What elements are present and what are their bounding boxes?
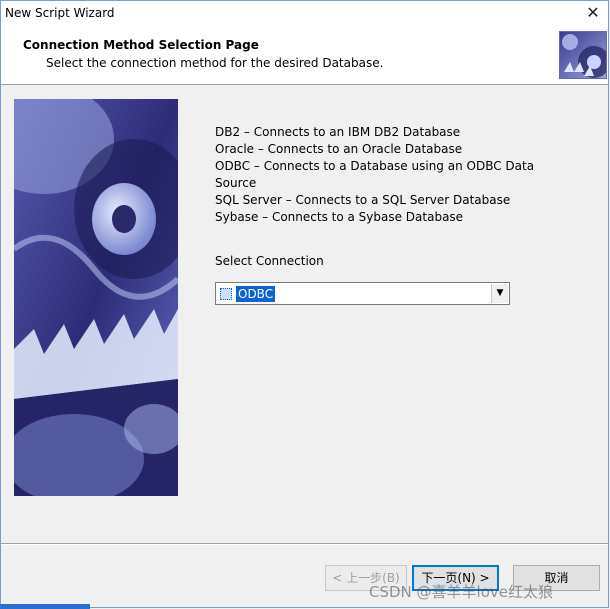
window-title: New Script Wizard: [5, 6, 115, 20]
header-gear-image: [559, 31, 607, 79]
wizard-window: New Script Wizard ✕ Connection Method Se…: [0, 0, 609, 608]
title-bar: New Script Wizard ✕: [1, 1, 608, 27]
desc-odbc: ODBC – Connects to a Database using an O…: [215, 159, 535, 190]
page-header: Connection Method Selection Page Select …: [1, 27, 608, 85]
connection-descriptions: DB2 – Connects to an IBM DB2 Database Or…: [215, 124, 545, 226]
page-subtitle: Select the connection method for the des…: [46, 56, 384, 70]
desc-sqlserver: SQL Server – Connects to a SQL Server Da…: [215, 193, 511, 207]
desc-sybase: Sybase – Connects to a Sybase Database: [215, 210, 464, 224]
page-title: Connection Method Selection Page: [23, 38, 259, 52]
chevron-down-icon[interactable]: ▼: [491, 284, 508, 303]
connection-selected-value: ODBC: [236, 286, 276, 302]
select-connection-label: Select Connection: [215, 254, 324, 268]
footer-separator: [1, 543, 608, 545]
odbc-icon: [220, 288, 232, 300]
side-gear-image: [14, 99, 178, 496]
csdn-watermark: CSDN @喜羊羊love红太狼: [369, 583, 553, 601]
desc-db2: DB2 – Connects to an IBM DB2 Database: [215, 125, 461, 139]
connection-select[interactable]: ODBC ▼: [215, 282, 510, 305]
taskbar-edge: [0, 604, 90, 609]
close-icon[interactable]: ✕: [582, 3, 604, 23]
desc-oracle: Oracle – Connects to an Oracle Database: [215, 142, 463, 156]
